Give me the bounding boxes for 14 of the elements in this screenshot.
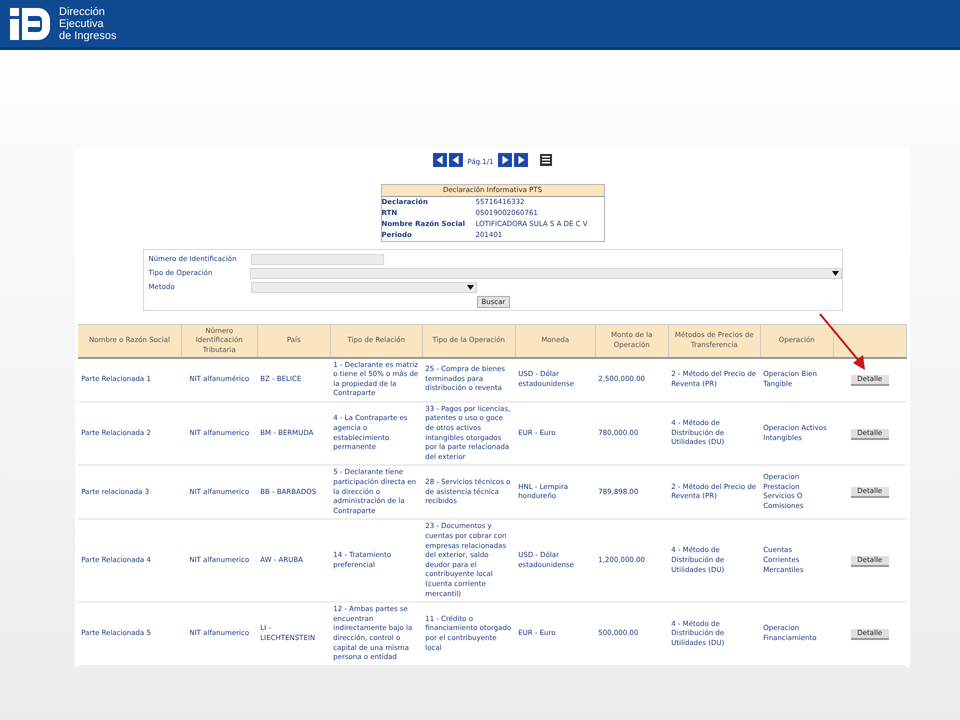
logo-text: Dirección [59, 6, 106, 18]
list-icon[interactable] [540, 154, 552, 166]
dropdown-field[interactable] [250, 268, 842, 279]
logo-text: Ejecutiva [59, 18, 105, 30]
input-field[interactable] [250, 254, 384, 265]
logo-text: de Ingresos [59, 30, 116, 42]
last-page-icon[interactable] [514, 153, 528, 167]
first-page-icon[interactable] [433, 153, 448, 167]
logo-icon [10, 8, 50, 40]
next-page-icon[interactable] [498, 153, 512, 167]
previous-page-icon[interactable] [449, 153, 464, 167]
caret-icon [832, 271, 838, 276]
dropdown-field[interactable] [250, 282, 476, 293]
caret-icon [466, 285, 474, 290]
